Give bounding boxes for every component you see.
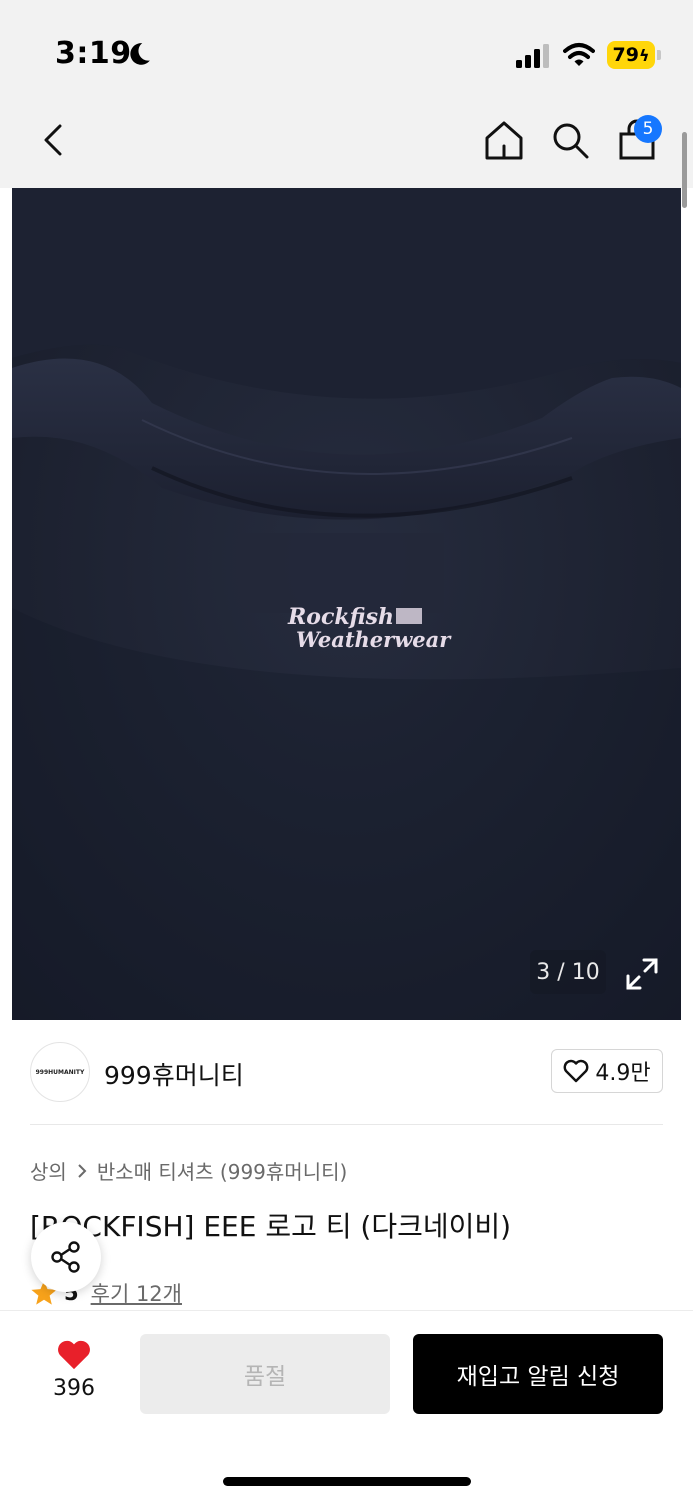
cart-count-badge: 5 <box>634 115 662 143</box>
soldout-button[interactable]: 품절 <box>140 1334 390 1414</box>
wishlist-button[interactable]: 396 <box>46 1338 102 1408</box>
brand-logo[interactable]: 999HUMANITY <box>30 1042 90 1102</box>
print-line-weatherwear: Weatherwear <box>296 627 452 652</box>
back-button[interactable] <box>36 120 72 160</box>
divider <box>30 1124 663 1125</box>
brand-logo-text: 999HUMANITY <box>35 1068 85 1076</box>
breadcrumb-item-category[interactable]: 상의 <box>30 1156 67 1185</box>
battery-indicator: 79 ϟ <box>607 41 655 69</box>
heart-outline-icon <box>563 1059 589 1083</box>
image-counter: 3 / 10 <box>530 950 606 994</box>
home-indicator <box>223 1477 471 1486</box>
heart-filled-icon <box>58 1340 90 1370</box>
product-title: [ROCKFISH] EEE 로고 티 (다크네이비) <box>30 1210 512 1243</box>
share-icon <box>51 1241 80 1273</box>
tshirt-collar-photo: Rockfish Weatherwear <box>12 188 681 1020</box>
flag-graphic <box>396 608 422 624</box>
share-button[interactable] <box>31 1222 101 1292</box>
breadcrumb: 상의 반소매 티셔츠 (999휴머니티) <box>30 1156 347 1185</box>
wifi-icon <box>563 43 595 66</box>
review-count-link[interactable]: 후기 12개 <box>91 1278 182 1308</box>
restock-alert-button[interactable]: 재입고 알림 신청 <box>413 1334 663 1414</box>
moon-icon <box>130 43 150 65</box>
cellular-signal-icon <box>516 44 549 68</box>
brand-like-count: 4.9만 <box>595 1061 651 1086</box>
brand-like-button[interactable]: 4.9만 <box>551 1049 663 1093</box>
home-icon[interactable] <box>483 118 525 162</box>
charging-bolt-icon: ϟ <box>638 45 650 65</box>
breadcrumb-item-subcategory[interactable]: 반소매 티셔츠 (999휴머니티) <box>97 1156 348 1185</box>
scrollbar[interactable] <box>682 132 687 208</box>
status-time: 3:19 <box>55 36 132 71</box>
battery-level: 79 <box>612 44 639 66</box>
product-image[interactable]: Rockfish Weatherwear <box>12 188 681 1020</box>
wishlist-count: 396 <box>53 1376 95 1401</box>
chevron-right-icon <box>78 1163 87 1178</box>
brand-name[interactable]: 999휴머니티 <box>104 1056 244 1092</box>
search-icon[interactable] <box>549 118 591 162</box>
battery-cap <box>657 50 661 60</box>
expand-icon[interactable] <box>622 954 662 994</box>
